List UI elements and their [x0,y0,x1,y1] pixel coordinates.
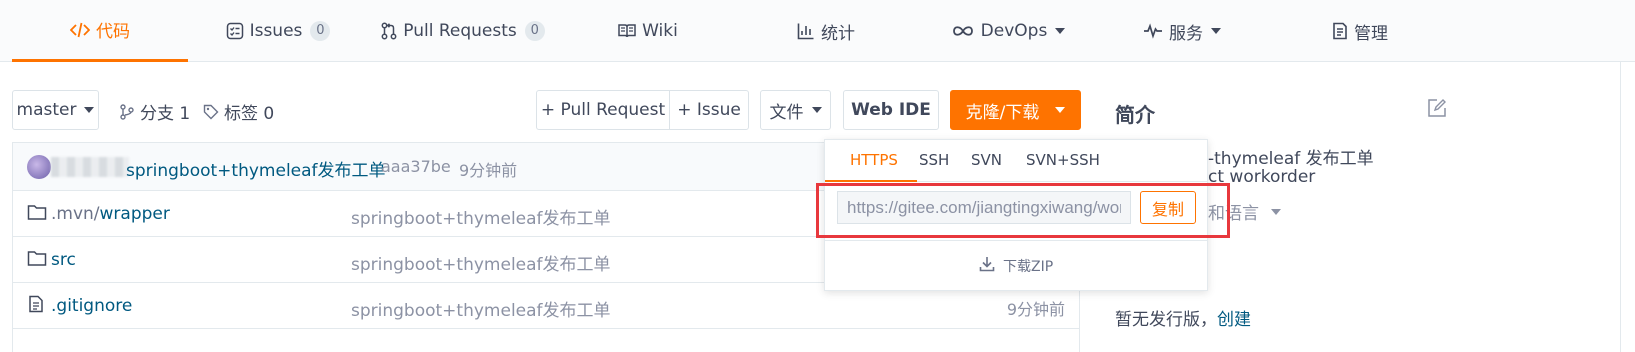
tab-svn-ssh[interactable]: SVN+SSH [1026,151,1100,169]
download-icon [979,256,995,276]
bar-chart-icon [797,22,815,40]
tab-pull-requests[interactable]: Pull Requests 0 [380,0,546,62]
chevron-down-icon [1055,28,1066,34]
file-icon [27,295,45,318]
tab-issues-label: Issues [249,21,303,41]
download-zip-link[interactable]: 下载ZIP [979,256,1053,276]
download-zip-label: 下载ZIP [1003,259,1054,275]
code-icon [70,21,90,39]
file-commit-message[interactable]: springboot+thymeleaf发布工单 [351,250,611,275]
tab-wiki-label: Wiki [642,21,678,41]
release-status: 暂无发行版，创建 [1115,305,1251,330]
file-name-link[interactable]: .mvn/wrapper [51,204,170,224]
avatar[interactable] [27,155,51,179]
clone-download-label: 克隆/下载 [965,102,1040,123]
web-ide-label: Web IDE [851,100,931,120]
tags-label: 标签 0 [224,104,275,124]
tags-link[interactable]: 标签 0 [203,99,274,124]
divider [1620,62,1621,352]
commit-hash-link[interactable]: aaa37be [381,157,451,176]
release-text: 暂无发行版， [1115,310,1217,330]
chevron-down-icon [1055,107,1066,113]
tab-pull-requests-label: Pull Requests [403,21,517,41]
repo-nav: 代码 Issues 0 Pull Requests 0 Wiki 统计 DevO… [0,0,1635,62]
branches-label: 分支 1 [140,104,191,124]
file-name: wrapper [99,204,170,224]
tab-svn[interactable]: SVN [971,151,1002,169]
branch-select-label: master [16,100,77,120]
chevron-down-icon [84,107,95,113]
repo-description: -thymeleaf 发布工单 [1208,149,1374,169]
pulse-icon [1143,23,1163,39]
file-path-prefix: .mvn/ [51,204,100,224]
new-pull-request-button[interactable]: + Pull Request [536,90,670,130]
copy-button[interactable]: 复制 [1140,191,1196,224]
active-tab-indicator [825,180,917,182]
branches-link[interactable]: 分支 1 [119,99,190,124]
language-selector[interactable]: 和语言 [1208,199,1281,224]
chevron-down-icon [811,107,822,113]
tab-manage-label: 管理 [1354,23,1388,44]
tab-issues[interactable]: Issues 0 [222,0,334,62]
repo-description-line2: ct workorder [1208,167,1316,187]
tab-stats-label: 统计 [821,23,855,44]
create-release-link[interactable]: 创建 [1217,310,1251,330]
tab-devops[interactable]: DevOps [948,0,1068,62]
file-commit-time: 9分钟前 [1006,300,1065,319]
tab-ssh[interactable]: SSH [919,151,949,169]
tab-stats[interactable]: 统计 [790,0,862,62]
edit-icon[interactable] [1427,98,1447,123]
file-name-link[interactable]: .gitignore [51,296,132,316]
chevron-down-icon [1271,208,1281,215]
file-commit-message[interactable]: springboot+thymeleaf发布工单 [351,296,611,321]
new-issue-label: + Issue [677,100,741,120]
new-issue-button[interactable]: + Issue [669,90,749,130]
folder-icon [27,203,47,226]
web-ide-button[interactable]: Web IDE [843,90,939,130]
tab-https[interactable]: HTTPS [850,151,898,169]
tab-services[interactable]: 服务 [1140,0,1224,62]
about-title: 简介 [1115,103,1155,127]
file-menu-label: 文件 [769,102,804,123]
file-commit-message[interactable]: springboot+thymeleaf发布工单 [351,204,611,229]
chevron-down-icon [1211,28,1221,34]
tag-icon [203,104,219,120]
clone-url-input[interactable] [837,191,1131,224]
file-name-link[interactable]: src [51,250,76,270]
settings-doc-icon [1332,22,1348,40]
tab-manage[interactable]: 管理 [1326,0,1394,62]
commit-message-link[interactable]: springboot+thymeleaf发布工单 [126,156,386,181]
tab-devops-label: DevOps [980,21,1048,41]
tab-wiki[interactable]: Wiki [612,0,684,62]
pull-request-icon [381,22,397,40]
branch-icon [119,103,135,120]
author-name-redacted [51,157,129,177]
commit-time: 9分钟前 [459,161,518,180]
language-label: 和语言 [1208,204,1259,224]
clone-dropdown: HTTPS SSH SVN SVN+SSH 复制 下载ZIP [824,139,1208,291]
file-menu-button[interactable]: 文件 [760,90,831,130]
branch-select[interactable]: master [12,90,99,130]
tab-code[interactable]: 代码 [12,0,188,62]
folder-icon [27,249,47,272]
issues-count-badge: 0 [310,21,331,41]
new-pull-request-label: + Pull Request [540,100,666,120]
issues-icon [226,22,244,40]
infinity-icon [951,24,975,38]
clone-download-button[interactable]: 克隆/下载 [950,90,1081,130]
book-icon [618,23,636,39]
tab-code-label: 代码 [96,22,130,42]
divider [825,240,1207,241]
tab-services-label: 服务 [1169,23,1203,44]
pull-requests-count-badge: 0 [524,21,545,41]
